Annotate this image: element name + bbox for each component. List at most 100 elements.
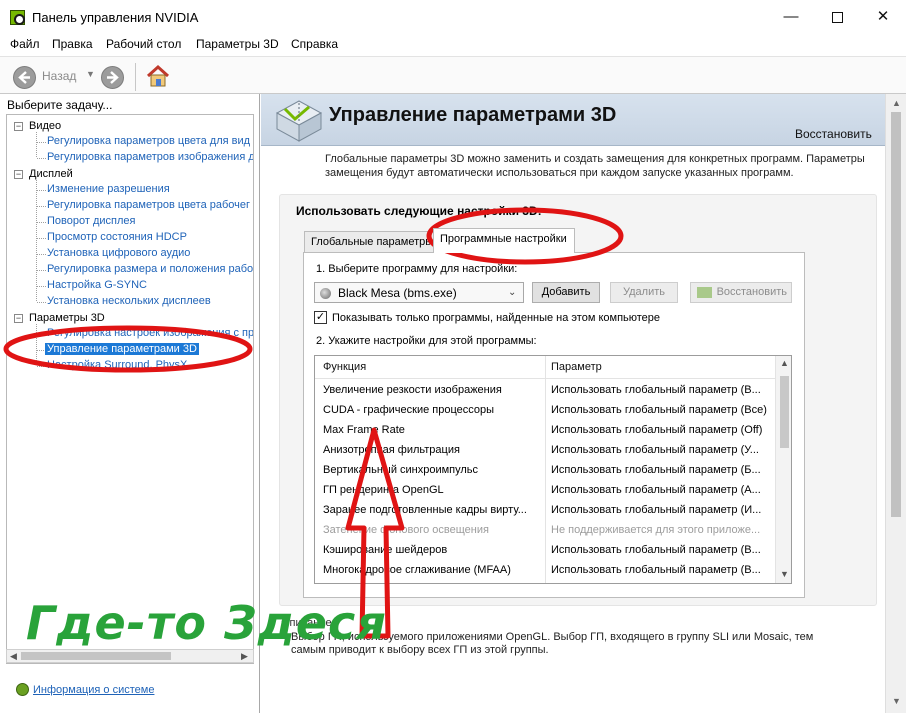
home-button[interactable] — [145, 63, 171, 89]
row-value[interactable]: Использовать глобальный параметр (А... — [551, 484, 761, 496]
delete-program-button[interactable]: Удалить — [610, 282, 678, 303]
table-row[interactable]: Многокадровое сглаживание (MFAA) Использо… — [315, 561, 775, 581]
tree-item-hdcp[interactable]: Просмотр состояния HDCP — [47, 231, 187, 243]
back-dropdown-arrow[interactable]: ▼ — [86, 69, 95, 79]
scroll-up-icon[interactable]: ▲ — [780, 358, 789, 368]
system-info-link[interactable]: Информация о системе — [33, 684, 154, 696]
tree-item-multi-display[interactable]: Установка нескольких дисплеев — [47, 295, 211, 307]
menu-edit[interactable]: Правка — [52, 37, 93, 51]
table-row[interactable]: Затенение фонового освещения Не поддержив… — [315, 521, 775, 541]
tree-item-image-preview[interactable]: Регулировка настроек изображения с пр — [47, 327, 253, 339]
tree-item-manage-3d[interactable]: Управление параметрами 3D — [45, 343, 199, 355]
table-row[interactable]: Анизотропная фильтрация Использовать глоб… — [315, 441, 775, 461]
tree-group-video[interactable]: Видео — [29, 120, 61, 132]
tree-item-surround-physx[interactable]: Настройка Surround, PhysX — [47, 359, 187, 371]
row-value[interactable]: Использовать глобальный параметр (Б... — [551, 464, 761, 476]
row-function: Вертикальный синхроимпульс — [323, 464, 479, 476]
row-value[interactable]: Использовать глобальный параметр (У... — [551, 444, 759, 456]
back-button[interactable] — [13, 66, 36, 89]
table-row[interactable]: ГП рендеринга OpenGL Использовать глобаль… — [315, 481, 775, 501]
maximize-button[interactable] — [814, 4, 860, 30]
tree-item-size-position[interactable]: Регулировка размера и положения рабо — [47, 263, 253, 275]
tree-collapse-display[interactable]: − — [14, 170, 23, 179]
tree-line — [37, 254, 46, 255]
home-icon — [146, 64, 170, 87]
row-value: Не поддерживается для этого приложе... — [551, 524, 761, 536]
toolbar: Назад ▼ — [0, 56, 906, 94]
3d-settings-icon — [275, 100, 323, 142]
restore-program-button[interactable]: Восстановить — [690, 282, 792, 303]
row-value[interactable]: Использовать глобальный параметр (И... — [551, 504, 761, 516]
step1-label: 1. Выберите программу для настройки: — [316, 263, 518, 275]
chevron-down-icon: ⌄ — [508, 287, 517, 298]
arrow-right-icon — [107, 71, 119, 84]
row-function: Max Frame Rate — [323, 424, 405, 436]
row-function: Анизотропная фильтрация — [323, 444, 460, 456]
row-function: Увеличение резкости изображения — [323, 384, 502, 396]
scrollbar-thumb[interactable] — [891, 112, 901, 517]
row-value[interactable]: Использовать глобальный параметр (Все) — [551, 404, 767, 416]
column-header-parameter[interactable]: Параметр — [551, 361, 602, 373]
maximize-icon — [831, 11, 843, 23]
menu-help[interactable]: Справка — [291, 37, 338, 51]
scroll-left-icon[interactable]: ◀ — [10, 650, 17, 662]
table-scrollbar[interactable]: ▲ ▼ — [775, 356, 791, 583]
row-value[interactable]: Использовать глобальный параметр (В... — [551, 384, 761, 396]
scroll-down-icon[interactable]: ▼ — [780, 569, 789, 579]
system-info-icon — [16, 683, 29, 696]
table-row[interactable]: Кэширование шейдеров Использовать глобаль… — [315, 541, 775, 561]
close-button[interactable]: ✕ — [860, 4, 906, 30]
minimize-button[interactable]: — — [768, 4, 814, 30]
step2-label: 2. Укажите настройки для этой программы: — [316, 335, 537, 347]
program-select[interactable]: Black Mesa (bms.exe) ⌄ — [314, 282, 524, 303]
main-vertical-scrollbar[interactable]: ▲ ▼ — [885, 94, 906, 713]
menu-file[interactable]: Файл — [10, 37, 40, 51]
column-header-function[interactable]: Функция — [323, 361, 366, 373]
table-row[interactable]: Увеличение резкости изображения Использов… — [315, 381, 775, 401]
settings-table: Функция Параметр Увеличение резкости изо… — [314, 355, 792, 584]
forward-button[interactable] — [101, 66, 124, 89]
table-row[interactable]: Вертикальный синхроимпульс Использовать г… — [315, 461, 775, 481]
row-value[interactable]: Использовать глобальный параметр (В... — [551, 564, 761, 576]
scrollbar-thumb[interactable] — [780, 376, 789, 448]
tree-group-display[interactable]: Дисплей — [29, 168, 73, 180]
table-row[interactable]: CUDA - графические процессоры Использоват… — [315, 401, 775, 421]
tree-item-rotate[interactable]: Поворот дисплея — [47, 215, 135, 227]
row-function: Многокадровое сглаживание (MFAA) — [323, 564, 511, 576]
tree-line — [37, 270, 46, 271]
tree-group-3d[interactable]: Параметры 3D — [29, 312, 105, 324]
tree-item-video-image[interactable]: Регулировка параметров изображения д — [47, 151, 253, 163]
page-header: Управление параметрами 3D Восстановить — [261, 94, 885, 146]
row-function: Затенение фонового освещения — [323, 524, 489, 536]
menu-desktop[interactable]: Рабочий стол — [106, 37, 181, 51]
scroll-down-icon[interactable]: ▼ — [892, 696, 901, 706]
row-function: Кэширование шейдеров — [323, 544, 448, 556]
scroll-right-icon[interactable]: ▶ — [241, 650, 248, 662]
tree-collapse-3d[interactable]: − — [14, 314, 23, 323]
add-program-button[interactable]: Добавить — [532, 282, 600, 303]
annotation-text: Где-то Здеся — [26, 596, 387, 650]
show-found-programs-checkbox[interactable]: ✓ — [314, 311, 327, 324]
tab-global-settings[interactable]: Глобальные параметры — [304, 231, 442, 253]
tree-line — [36, 180, 37, 301]
table-row[interactable]: Заранее подготовленные кадры вирту... Исп… — [315, 501, 775, 521]
tree-item-gsync[interactable]: Настройка G-SYNC — [47, 279, 147, 291]
tree-line — [37, 302, 46, 303]
settings-group-title: Использовать следующие настройки 3D: — [296, 204, 542, 218]
menu-3d-settings[interactable]: Параметры 3D — [196, 37, 279, 51]
tree-item-resolution[interactable]: Изменение разрешения — [47, 183, 170, 195]
tab-program-settings[interactable]: Программные настройки — [433, 228, 575, 253]
restore-defaults-link[interactable]: Восстановить — [795, 127, 872, 141]
tree-item-audio[interactable]: Установка цифрового аудио — [47, 247, 190, 259]
menu-bar: Файл Правка Рабочий стол Параметры 3D Сп… — [0, 34, 906, 54]
table-row[interactable]: Max Frame Rate Использовать глобальный па… — [315, 421, 775, 441]
tree-collapse-video[interactable]: − — [14, 122, 23, 131]
scroll-up-icon[interactable]: ▲ — [892, 98, 901, 108]
tree-horizontal-scrollbar[interactable]: ◀ ▶ — [6, 649, 254, 663]
scrollbar-thumb[interactable] — [21, 652, 171, 660]
tree-item-desktop-color[interactable]: Регулировка параметров цвета рабочег — [47, 199, 250, 211]
row-value[interactable]: Использовать глобальный параметр (Off) — [551, 424, 762, 436]
row-value[interactable]: Использовать глобальный параметр (В... — [551, 544, 761, 556]
tree-line — [36, 324, 37, 365]
tree-item-video-color[interactable]: Регулировка параметров цвета для вид — [47, 135, 250, 147]
